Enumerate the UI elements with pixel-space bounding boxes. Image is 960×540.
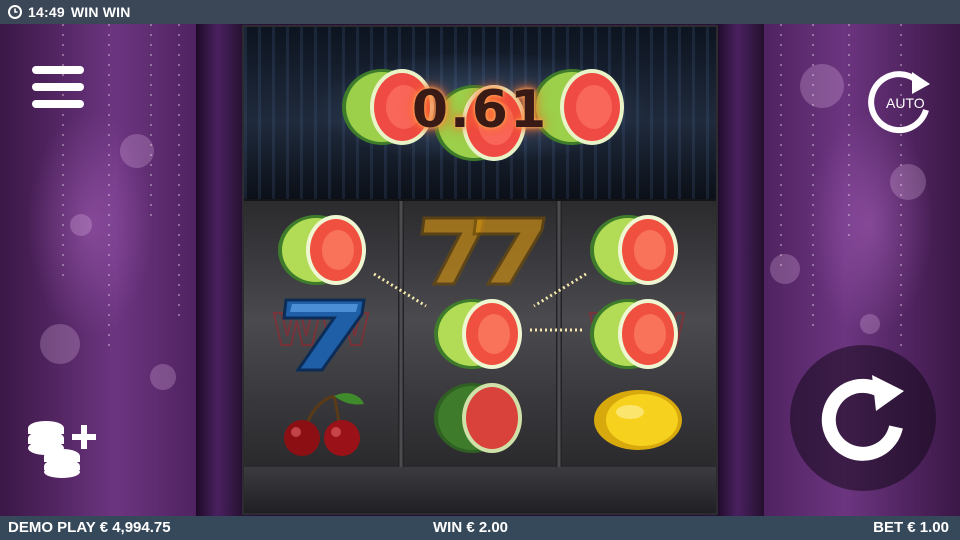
machine-base [244, 467, 716, 513]
win-text: WIN € 2.00 [433, 519, 509, 536]
curtain-right [716, 24, 764, 516]
status-time: 14:49 [28, 4, 65, 20]
watermelon-slice-icon [278, 215, 366, 285]
spin-button[interactable] [790, 345, 936, 491]
win-amount: 0.61 [411, 80, 549, 140]
spin-arrow-icon [821, 375, 904, 461]
app-title: WIN WIN [70, 4, 131, 20]
hamburger-menu-icon[interactable] [32, 66, 84, 108]
cherries-icon [284, 393, 364, 456]
bottom-info-bar: DEMO PLAY € 4,994.75 WIN € 2.00 BET € 1.… [0, 516, 960, 540]
balance-text: DEMO PLAY € 4,994.75 [8, 519, 171, 536]
auto-spin-button[interactable]: AUTO [866, 66, 936, 136]
win-line [373, 272, 587, 332]
watermelon-slice-icon [590, 299, 678, 369]
lemon-icon [594, 390, 682, 450]
clock-icon [8, 5, 22, 19]
coin-stack-plus-icon[interactable] [26, 420, 96, 478]
curtain-left [196, 24, 244, 516]
seven-symbol-icon [282, 298, 366, 372]
auto-label: AUTO [886, 95, 925, 111]
bet-text[interactable]: BET € 1.00 [873, 519, 949, 536]
watermelon-slice-icon [590, 215, 678, 285]
watermelon-slice-icon [434, 383, 522, 453]
status-bar: 14:49 WIN WIN [0, 0, 960, 24]
